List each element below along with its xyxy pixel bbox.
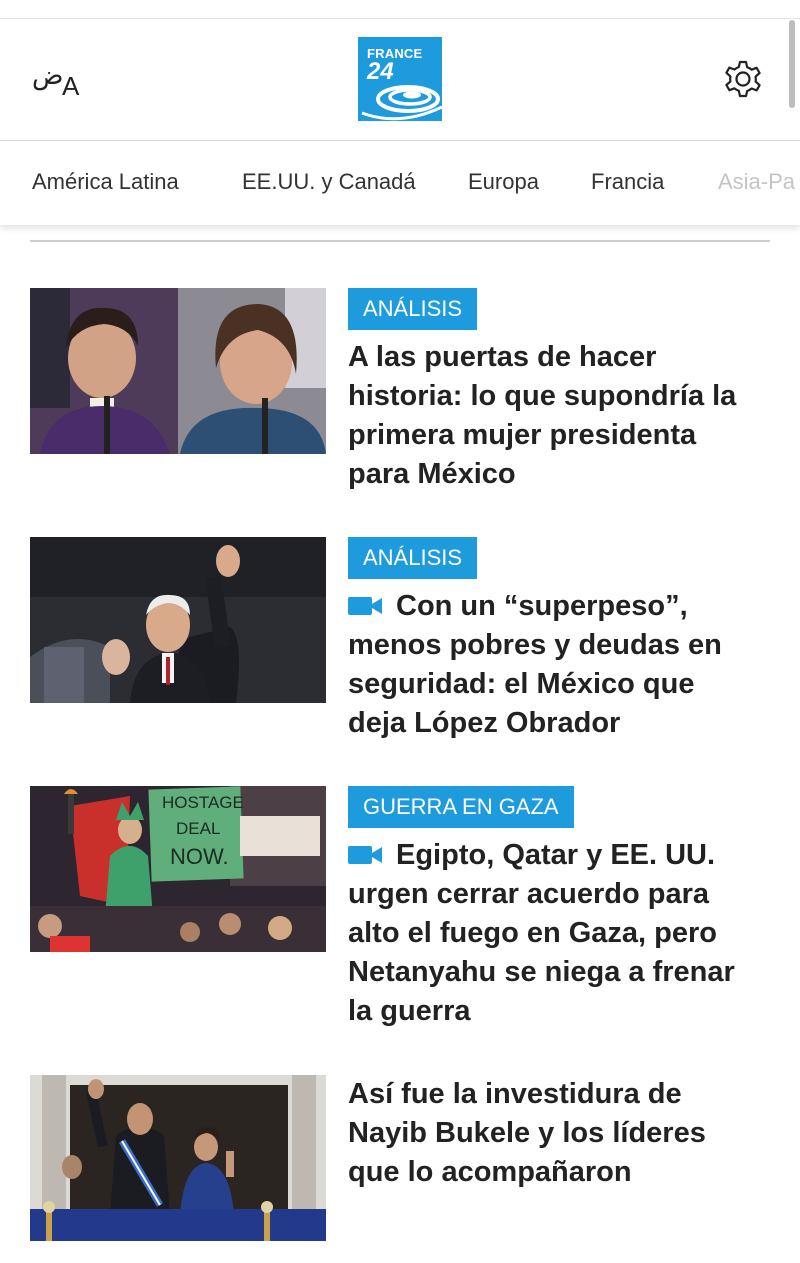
arabic-letter: ض [32,61,64,91]
sign-text-line-2: DEAL [176,819,220,838]
article-title-text: Con un “superpeso”, menos pobres y deuda… [348,590,722,739]
video-camera-icon [348,597,382,615]
tab-america-latina[interactable]: América Latina [32,169,179,195]
tab-francia[interactable]: Francia [591,169,664,195]
article-thumbnail[interactable]: HOSTAGE DEAL NOW. [30,786,326,952]
france24-logo[interactable]: FRANCE 24 [358,37,442,121]
article-title[interactable]: A las puertas de hacer historia: lo que … [348,338,760,494]
article-item[interactable]: ANÁLISIS Con un “superpeso”, menos pobre… [30,537,770,747]
category-tag[interactable]: ANÁLISIS [348,288,478,330]
video-camera-icon [348,846,382,864]
tab-europa[interactable]: Europa [468,169,539,195]
language-toggle-icon[interactable]: ض A [30,61,86,101]
article-title-text: A las puertas de hacer historia: lo que … [348,341,737,490]
sign-text-line-3: NOW. [170,844,229,869]
status-bar [0,0,800,19]
article-title[interactable]: Así fue la investidura de Nayib Bukele y… [348,1075,760,1192]
article-thumbnail[interactable] [30,1075,326,1241]
settings-gear-icon[interactable] [720,56,766,102]
category-tag[interactable]: ANÁLISIS [348,537,478,579]
article-item[interactable]: ANÁLISIS A las puertas de hacer historia… [30,288,770,498]
app-header: ض A FRANCE 24 [0,19,800,141]
sign-text-line-1: HOSTAGE [162,793,244,812]
section-divider [30,240,770,242]
category-tag[interactable]: GUERRA EN GAZA [348,786,574,828]
article-item[interactable]: HOSTAGE DEAL NOW. GUERRA EN GAZA Egipto,… [30,786,770,1036]
region-tabs: América Latina EE.UU. y Canadá Europa Fr… [0,141,800,225]
article-title[interactable]: Egipto, Qatar y EE. UU. urgen cerrar acu… [348,836,760,1031]
article-title[interactable]: Con un “superpeso”, menos pobres y deuda… [348,587,760,743]
article-thumbnail[interactable] [30,537,326,703]
latin-letter: A [62,71,80,101]
logo-text-24: 24 [367,58,394,85]
article-title-text: Así fue la investidura de Nayib Bukele y… [348,1078,706,1188]
tab-eeuu-canada[interactable]: EE.UU. y Canadá [242,169,416,195]
article-item[interactable]: Así fue la investidura de Nayib Bukele y… [30,1075,770,1245]
scrollbar[interactable] [789,20,795,108]
article-thumbnail[interactable] [30,288,326,454]
article-title-text: Egipto, Qatar y EE. UU. urgen cerrar acu… [348,839,735,1027]
tab-asia-pacifico[interactable]: Asia-Pa [718,169,795,195]
